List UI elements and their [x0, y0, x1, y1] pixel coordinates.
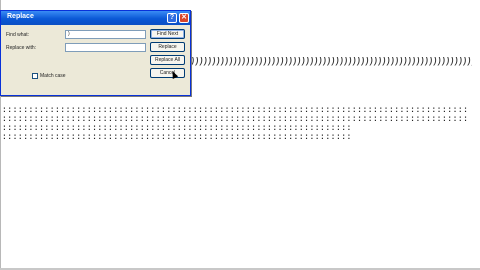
- dialog-titlebar[interactable]: Replace ? ✕: [1, 11, 190, 25]
- replace-with-input[interactable]: [65, 43, 146, 52]
- document-text-line-3: ::::::::::::::::::::::::::::::::::::::::…: [2, 124, 352, 133]
- replace-with-label: Replace with:: [6, 45, 37, 51]
- cancel-button[interactable]: Cancel: [150, 68, 185, 78]
- find-what-label: Find what:: [6, 32, 30, 38]
- match-case-label: Match case: [40, 73, 66, 79]
- document-text-line-4: ::::::::::::::::::::::::::::::::::::::::…: [2, 133, 352, 142]
- help-button[interactable]: ?: [167, 13, 177, 23]
- match-case-checkbox[interactable]: [32, 73, 38, 79]
- dialog-title: Replace: [7, 13, 34, 20]
- replace-dialog: Replace ? ✕ Find what: ) Replace with: M…: [0, 10, 191, 96]
- replace-button[interactable]: Replace: [150, 42, 185, 52]
- find-next-button[interactable]: Find Next: [150, 29, 185, 39]
- document-text-line-1: ::::::::::::::::::::::::::::::::::::::::…: [2, 106, 468, 115]
- find-what-input[interactable]: ): [65, 30, 146, 39]
- replace-all-button[interactable]: Replace All: [150, 55, 185, 65]
- close-button[interactable]: ✕: [179, 13, 189, 23]
- document-text-line-2: ::::::::::::::::::::::::::::::::::::::::…: [2, 115, 468, 124]
